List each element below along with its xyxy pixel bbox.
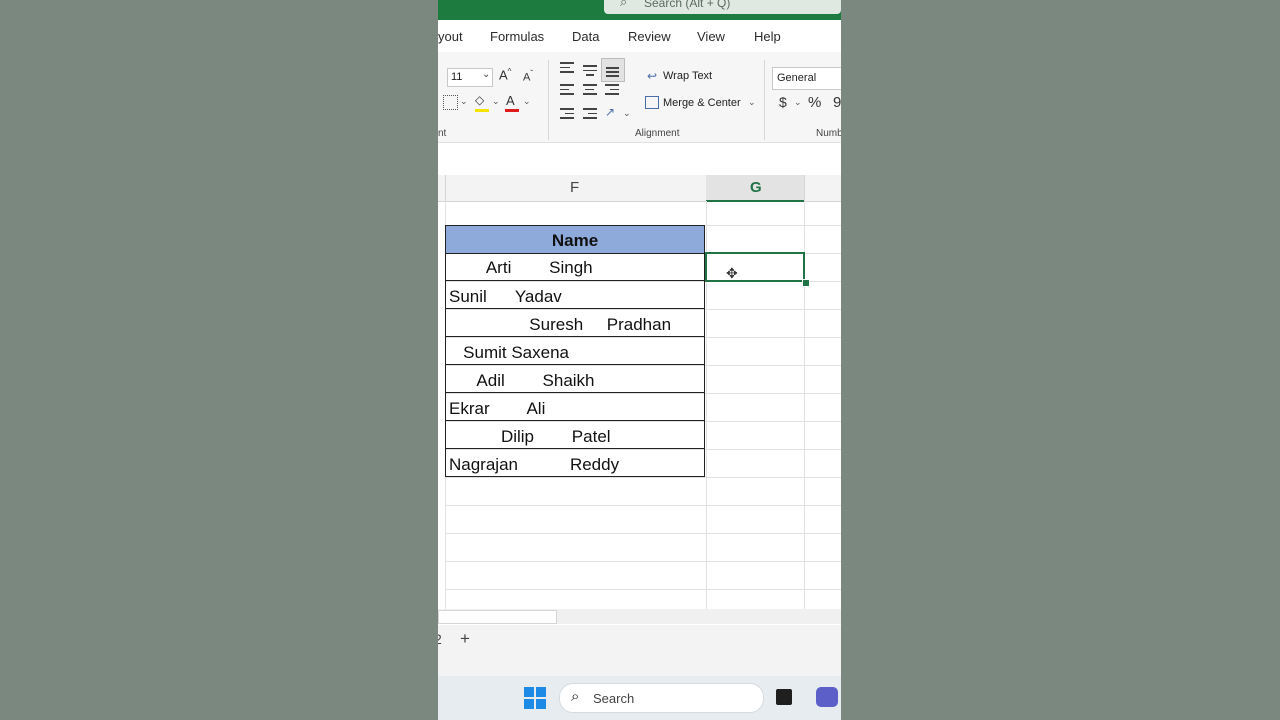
tab-help[interactable]: Help: [754, 29, 781, 44]
chevron-down-icon[interactable]: ⌄: [492, 96, 500, 107]
table-row[interactable]: Sumit Saxena: [445, 337, 705, 365]
gridline: [445, 505, 841, 506]
search-box[interactable]: ⌕ Search (Alt + Q): [604, 0, 841, 14]
cursor-icon: ✥: [726, 265, 738, 281]
font-group-label: nt: [438, 128, 447, 139]
top-align-icon[interactable]: [560, 62, 574, 73]
taskbar: ⌕ Search: [438, 676, 841, 720]
chevron-down-icon[interactable]: ⌄: [748, 97, 756, 108]
header-divider: [804, 175, 805, 201]
table-row[interactable]: Suresh Pradhan: [445, 309, 705, 337]
windows-start-icon[interactable]: [524, 687, 546, 709]
table-row[interactable]: Nagrajan Reddy: [445, 449, 705, 477]
increase-font-icon[interactable]: A^: [499, 67, 511, 82]
table-header-cell[interactable]: Name: [446, 226, 704, 254]
gridline: [445, 533, 841, 534]
wrap-text-button[interactable]: Wrap Text: [663, 70, 712, 82]
decrease-indent-icon[interactable]: [560, 108, 574, 119]
name-cell: Sunil Yadav: [449, 287, 562, 306]
middle-align-icon[interactable]: [583, 65, 597, 76]
tab-view[interactable]: View: [697, 29, 725, 44]
chevron-down-icon[interactable]: ⌄: [623, 108, 631, 119]
add-sheet-button[interactable]: +: [460, 629, 470, 649]
merge-center-icon: [645, 96, 659, 109]
taskbar-search[interactable]: ⌕ Search: [559, 683, 764, 713]
comma-style-icon[interactable]: 9: [833, 94, 841, 111]
fill-color-icon[interactable]: ◇: [475, 93, 484, 107]
name-cell: Dilip Patel: [449, 427, 611, 446]
orientation-icon[interactable]: ↗: [605, 105, 615, 119]
table-row[interactable]: Arti Singh: [445, 253, 705, 281]
increase-indent-icon[interactable]: [583, 108, 597, 119]
name-cell: Ekrar Ali: [449, 399, 546, 418]
tab-review[interactable]: Review: [628, 29, 671, 44]
taskbar-search-label: Search: [593, 691, 635, 706]
number-format-value: General: [777, 72, 817, 84]
name-cell: Arti Singh: [449, 258, 593, 277]
chevron-down-icon[interactable]: ⌄: [460, 96, 468, 107]
table-row[interactable]: Adil Shaikh: [445, 365, 705, 393]
chevron-down-icon[interactable]: ⌄: [794, 97, 802, 108]
merge-center-button[interactable]: Merge & Center: [663, 97, 741, 109]
number-format-dropdown[interactable]: General: [772, 67, 841, 90]
tab-data[interactable]: Data: [572, 29, 599, 44]
status-bar: [438, 655, 841, 676]
font-color-swatch: [505, 109, 519, 112]
sheet-tab[interactable]: 2: [438, 631, 442, 647]
align-left-icon[interactable]: [560, 84, 574, 95]
font-name-dropdown-edge[interactable]: [438, 69, 442, 83]
gridline: [445, 589, 841, 590]
column-header-g[interactable]: G: [706, 175, 804, 202]
task-view-icon[interactable]: [776, 689, 792, 705]
search-placeholder: Search (Alt + Q): [644, 0, 731, 10]
search-icon: ⌕: [571, 688, 580, 705]
name-cell: Adil Shaikh: [449, 371, 595, 390]
align-center-icon[interactable]: [583, 84, 597, 95]
column-letter-f: F: [570, 179, 580, 196]
formula-bar[interactable]: [438, 143, 841, 165]
ribbon: 11 ⌄ A^ Aˇ ⌄ ◇ ⌄ A ⌄ nt ↗ ⌄ ↩ Wrap Text …: [438, 52, 841, 143]
tab-page-layout[interactable]: yout: [438, 29, 463, 44]
font-size-dropdown[interactable]: 11 ⌄: [447, 68, 493, 87]
separator: [548, 60, 549, 140]
chevron-down-icon: ⌄: [482, 69, 491, 80]
bottom-align-button[interactable]: [601, 58, 625, 82]
selected-cell[interactable]: [705, 252, 805, 282]
table-row[interactable]: Ekrar Ali: [445, 393, 705, 421]
excel-window: ⌕ Search (Alt + Q) yout Formulas Data Re…: [438, 0, 841, 720]
gridline: [445, 561, 841, 562]
gridline: [445, 477, 841, 478]
fill-color-swatch: [475, 109, 489, 112]
table-row[interactable]: Dilip Patel: [445, 421, 705, 449]
font-size-value: 11: [451, 71, 463, 83]
number-group-label: Numb: [816, 128, 841, 139]
chevron-down-icon[interactable]: ⌄: [523, 96, 531, 107]
search-icon: ⌕: [620, 0, 628, 9]
currency-icon[interactable]: $: [779, 94, 787, 110]
wrap-text-icon: ↩: [647, 69, 658, 83]
scrollbar-thumb[interactable]: [438, 610, 557, 624]
name-cell: Sumit Saxena: [449, 343, 570, 362]
teams-chat-icon[interactable]: [816, 687, 838, 707]
column-letter-g: G: [750, 179, 762, 196]
fill-handle[interactable]: [802, 279, 810, 287]
separator: [764, 60, 765, 140]
font-color-icon[interactable]: A: [506, 93, 515, 108]
table-row[interactable]: Sunil Yadav: [445, 281, 705, 309]
name-cell: Suresh Pradhan: [449, 315, 672, 334]
table-header-label: Name: [551, 231, 599, 250]
alignment-group-label: Alignment: [635, 128, 680, 139]
decrease-font-icon[interactable]: Aˇ: [523, 69, 533, 84]
column-header-f[interactable]: F: [445, 175, 706, 201]
borders-icon[interactable]: [443, 95, 458, 110]
sheet-tab-bar: 2 +: [438, 625, 841, 655]
tab-formulas[interactable]: Formulas: [490, 29, 544, 44]
percent-icon[interactable]: %: [808, 94, 821, 111]
align-right-icon[interactable]: [605, 84, 619, 95]
name-cell: Nagrajan Reddy: [449, 455, 620, 474]
